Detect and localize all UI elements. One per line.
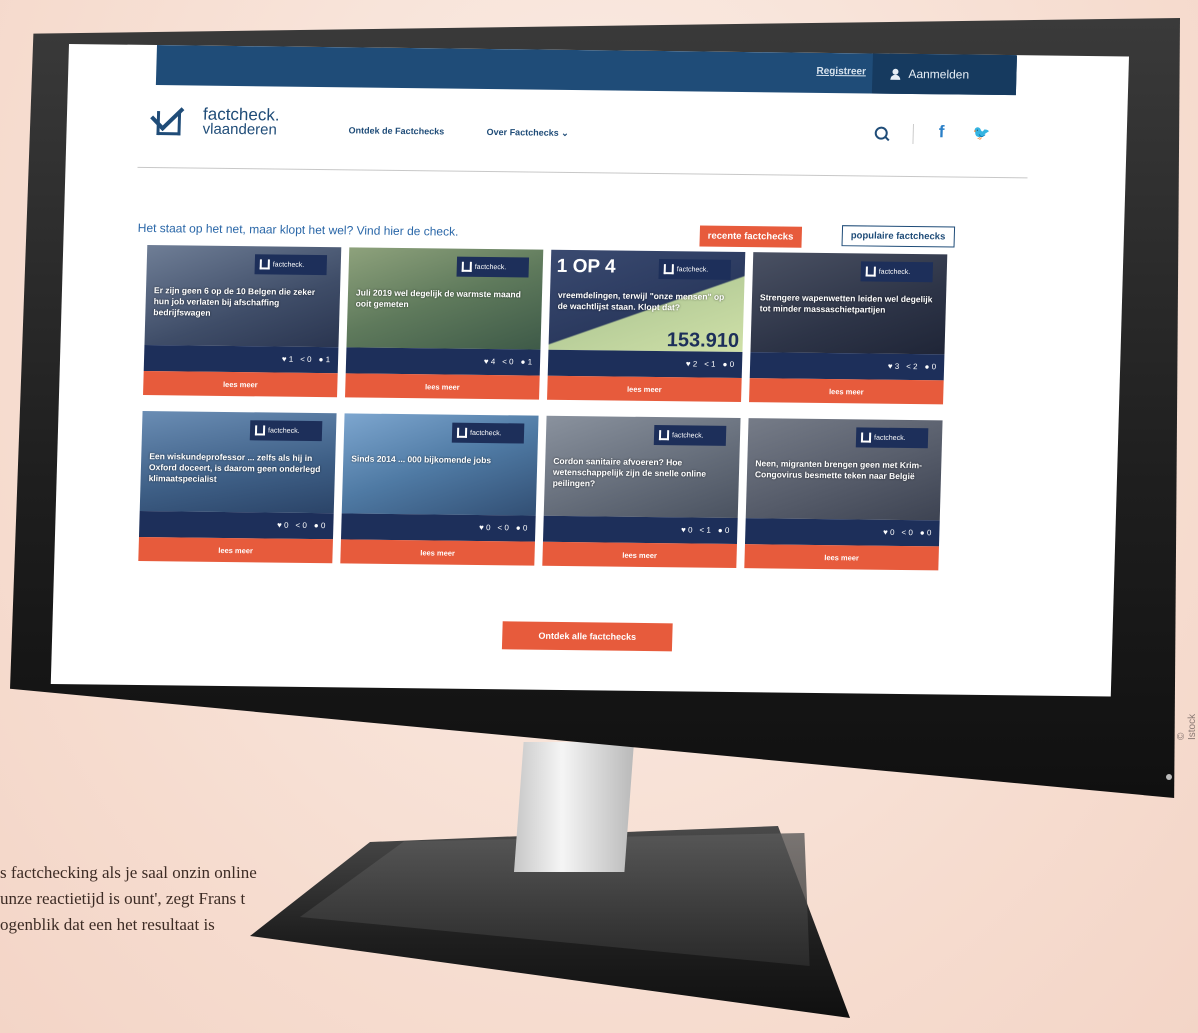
card-overlay-number: 153.910 [666,329,740,353]
read-more-button[interactable]: lees meer [143,370,338,398]
factcheck-card[interactable]: factcheck. Sinds 2014 ... 000 bijkomende… [340,413,539,566]
card-logo: factcheck. [860,261,934,283]
photo-credit: © Istock [1176,713,1198,740]
card-overlay-text: 1 OP 4 [556,255,616,278]
card-stats: ♥ 0 < 0 ● 0 [276,520,326,531]
factcheck-card[interactable]: factcheck. Een wiskundeprofessor ... zel… [138,410,337,564]
webpage-screen: Registreer Aanmelden factcheck. vlaander… [50,44,1129,697]
factcheck-card[interactable]: factcheck. Neen, migranten brengen geen … [744,418,943,571]
factcheck-card[interactable]: factcheck. Juli 2019 wel degelijk de war… [345,247,544,400]
factcheck-card[interactable]: factcheck. Strengere wapenwetten leiden … [749,252,948,405]
card-title: Cordon sanitaire afvoeren? Hoe wetenscha… [552,455,707,489]
header-rule [137,166,1028,179]
search-icon[interactable] [874,126,888,140]
card-stats: ♥ 4 < 0 ● 1 [483,356,533,367]
read-more-button[interactable]: lees meer [340,539,535,566]
card-logo: factcheck. [653,425,727,446]
read-more-button[interactable]: lees meer [749,378,944,405]
card-logo: factcheck. [456,256,530,278]
card-stats: ♥ 1 < 0 ● 1 [281,354,331,365]
read-more-button[interactable]: lees meer [744,544,939,571]
top-bar: Registreer Aanmelden [155,45,1018,96]
card-title: vreemdelingen, terwijl "onze mensen" op … [557,289,725,313]
card-title: Een wiskundeprofessor ... zelfs als hij … [148,451,321,484]
card-logo: factcheck. [254,254,328,276]
card-title: Neen, migranten brengen geen met Krim-Co… [754,458,923,482]
chevron-down-icon: ⌄ [561,127,569,138]
header-divider [912,123,915,144]
nav-about-label: Over Factchecks [486,126,559,138]
discover-all-button[interactable]: Ontdek alle factchecks [501,621,673,652]
card-stats: ♥ 0 < 0 ● 0 [478,522,528,533]
factcheck-card[interactable]: 1 OP 4 153.910 factcheck. vreemdelingen,… [547,249,746,403]
card-title: Er zijn geen 6 op de 10 Belgen die zeker… [153,285,316,318]
register-link[interactable]: Registreer [816,66,866,78]
login-button[interactable]: Aanmelden [871,53,1017,96]
nav-discover-factchecks[interactable]: Ontdek de Factchecks [348,125,444,136]
card-stats: ♥ 0 < 0 ● 0 [882,527,932,538]
card-logo: factcheck. [855,427,929,449]
site-logo[interactable]: factcheck. vlaanderen [150,97,280,139]
logo-line2: vlaanderen [202,120,278,139]
card-logo: factcheck. [249,420,323,442]
nav-about-factchecks[interactable]: Over Factchecks ⌄ [486,127,568,139]
article-caption: s factchecking als je saal onzin online … [0,863,257,934]
login-label: Aanmelden [908,66,970,82]
intro-text: Het staat op het net, maar klopt het wel… [137,220,459,239]
read-more-button[interactable]: lees meer [345,373,540,400]
card-title: Sinds 2014 ... 000 bijkomende jobs [351,453,492,466]
read-more-button[interactable]: lees meer [138,536,333,564]
read-more-button[interactable]: lees meer [547,375,742,403]
facebook-icon[interactable]: f [938,122,945,142]
card-stats: ♥ 0 < 1 ● 0 [680,525,730,535]
twitter-icon[interactable]: 🐦 [973,125,991,142]
factcheck-card[interactable]: factcheck. Cordon sanitaire afvoeren? Ho… [542,415,741,569]
card-title: Strengere wapenwetten leiden wel degelij… [759,292,933,315]
card-stats: ♥ 2 < 1 ● 0 [685,359,735,369]
checkbox-logo-icon [150,97,197,137]
tab-recent-factchecks[interactable]: recente factchecks [699,225,802,248]
factcheck-card[interactable]: factcheck. Er zijn geen 6 op de 10 Belge… [143,244,342,398]
card-logo: factcheck. [451,422,525,444]
tab-popular-factchecks[interactable]: populaire factchecks [841,225,955,248]
card-title: Juli 2019 wel degelijk de warmste maand … [355,287,522,310]
read-more-button[interactable]: lees meer [542,541,737,569]
card-logo: factcheck. [658,259,732,280]
card-stats: ♥ 3 < 2 ● 0 [887,361,937,372]
user-icon [890,68,900,79]
